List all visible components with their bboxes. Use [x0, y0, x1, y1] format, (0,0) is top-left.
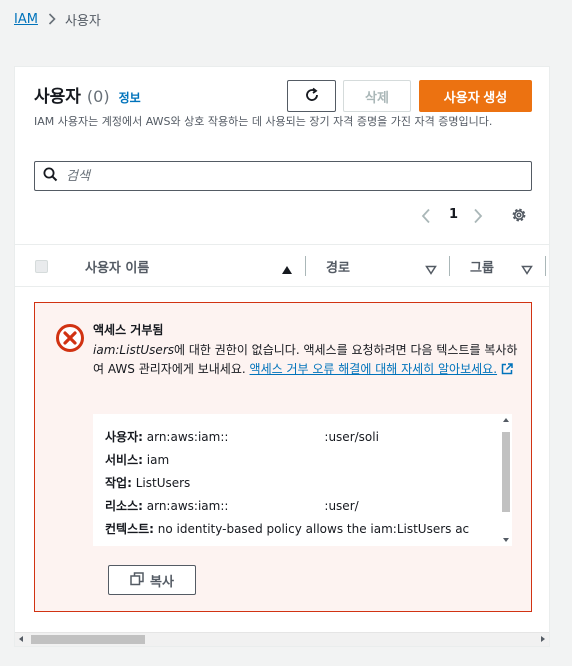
refresh-icon	[304, 87, 320, 106]
copy-button-label: 복사	[150, 573, 174, 589]
error-icon	[55, 323, 85, 357]
column-header-group[interactable]: 그룹	[470, 257, 494, 276]
delete-button[interactable]: 삭제	[343, 80, 411, 112]
chevron-right-icon	[48, 13, 56, 25]
denied-action: iam:ListUsers	[93, 343, 174, 357]
request-details-box[interactable]: 사용자: arn:aws:iam:::user/soli 서비스: iam 작업…	[93, 414, 512, 546]
gear-icon[interactable]	[510, 206, 528, 228]
scroll-left-arrow-icon[interactable]	[19, 636, 23, 642]
column-divider[interactable]	[545, 256, 546, 276]
scroll-right-arrow-icon[interactable]	[541, 636, 545, 642]
breadcrumb-current: 사용자	[64, 13, 101, 29]
refresh-button[interactable]	[287, 80, 336, 112]
scrollbar-thumb[interactable]	[502, 432, 510, 512]
copy-button[interactable]: 복사	[108, 565, 196, 595]
scroll-down-arrow-icon[interactable]	[503, 538, 509, 542]
column-divider[interactable]	[305, 256, 306, 276]
detail-line-context: 컨텍스트: no identity-based policy allows th…	[105, 522, 470, 536]
copy-icon	[130, 571, 150, 589]
create-user-button[interactable]: 사용자 생성	[419, 80, 532, 112]
table-header: 사용자 이름 경로 그룹	[15, 244, 549, 287]
page-title: 사용자	[34, 87, 81, 107]
info-link[interactable]: 정보	[119, 89, 141, 106]
detail-line-service: 서비스: iam	[105, 453, 170, 467]
pagination: 1	[15, 206, 549, 226]
column-header-username[interactable]: 사용자 이름	[85, 257, 149, 276]
horizontal-scrollbar[interactable]	[15, 632, 549, 646]
column-divider[interactable]	[449, 256, 450, 276]
request-details: 사용자: arn:aws:iam:::user/soli 서비스: iam 작업…	[105, 426, 469, 541]
current-page-number[interactable]: 1	[449, 207, 458, 222]
detail-line-user: 사용자: arn:aws:iam:::user/soli	[105, 430, 379, 444]
alert-message: iam:ListUsers에 대한 권한이 없습니다. 액세스를 요청하려면 다…	[93, 341, 518, 381]
search-input[interactable]	[66, 168, 506, 184]
column-header-path[interactable]: 경로	[326, 257, 350, 276]
detail-line-resource: 리소스: arn:aws:iam:::user/	[105, 499, 359, 513]
breadcrumb-iam-link[interactable]: IAM	[14, 12, 38, 27]
users-panel: 사용자 (0) 정보 삭제 사용자 생성 IAM 사용자는 계정에서 AWS와 …	[14, 66, 550, 647]
panel-description: IAM 사용자는 계정에서 AWS와 상호 작용하는 데 사용되는 장기 자격 …	[34, 115, 493, 128]
scroll-up-arrow-icon[interactable]	[503, 418, 509, 422]
search-icon	[43, 167, 58, 186]
chevron-right-icon[interactable]	[473, 208, 483, 228]
access-denied-help-link[interactable]: 액세스 거부 오류 해결에 대해 자세히 알아보세요.	[250, 362, 514, 376]
help-link-text[interactable]: 액세스 거부 오류 해결에 대해 자세히 알아보세요.	[250, 362, 498, 376]
panel-header: 사용자 (0) 정보	[34, 82, 141, 107]
chevron-left-icon[interactable]	[421, 208, 431, 228]
sort-indicator-icon[interactable]	[425, 260, 437, 279]
access-denied-alert: 액세스 거부됨 iam:ListUsers에 대한 권한이 없습니다. 액세스를…	[34, 302, 532, 612]
select-all-checkbox[interactable]	[35, 260, 48, 273]
scrollbar-thumb[interactable]	[31, 635, 145, 644]
sort-indicator-icon[interactable]	[521, 260, 533, 279]
alert-title: 액세스 거부됨	[93, 323, 164, 337]
detail-line-action: 작업: ListUsers	[105, 476, 191, 490]
external-link-icon[interactable]	[501, 362, 513, 381]
search-box	[34, 161, 532, 191]
details-scrollbar[interactable]	[500, 414, 512, 546]
breadcrumb: IAM 사용자	[14, 10, 101, 29]
sort-ascending-icon[interactable]	[281, 260, 293, 279]
user-count: (0)	[86, 87, 110, 106]
